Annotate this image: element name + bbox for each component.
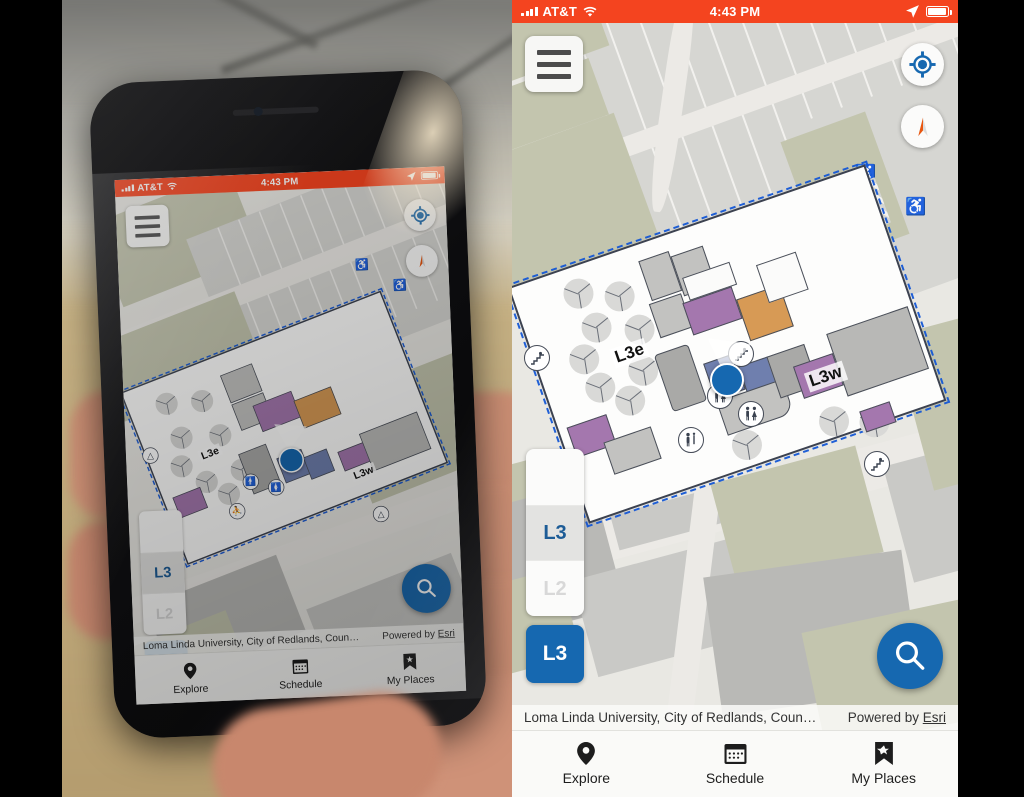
locate-me-button[interactable] — [901, 43, 944, 86]
calendar-icon — [724, 743, 747, 765]
tab-schedule[interactable]: Schedule — [244, 647, 356, 700]
accessible-parking-icon: ♿ — [905, 197, 927, 216]
tab-my-places[interactable]: My Places — [809, 731, 958, 797]
map-pin-icon — [183, 662, 197, 679]
attribution-sources: Loma Linda University, City of Redlands,… — [524, 710, 817, 725]
hamburger-bar — [537, 73, 571, 79]
bookmark-star-icon — [403, 652, 417, 670]
restroom-women-icon[interactable] — [738, 401, 764, 427]
map-pin-icon — [577, 741, 596, 765]
current-level-button[interactable]: L3 — [526, 625, 584, 683]
status-bar-right — [905, 4, 952, 19]
accessible-parking-icon: ♿ — [392, 278, 408, 293]
tab-label-explore: Explore — [173, 681, 209, 695]
level-row-blank[interactable] — [526, 449, 584, 505]
tab-label-my-places: My Places — [386, 672, 435, 686]
attribution-powered-by[interactable]: Powered by Esri — [382, 627, 455, 641]
front-camera — [253, 106, 263, 117]
tab-label-schedule: Schedule — [705, 769, 765, 786]
search-icon — [895, 641, 925, 670]
hamburger-bar — [134, 214, 160, 220]
restroom-family-icon[interactable] — [678, 427, 704, 453]
hamburger-menu-button[interactable] — [525, 36, 583, 92]
phone-device: AT&T 4:43 PM L3e L3w 🚹 🚺 ⛹ △ △ ♿ ♿ L3 L2… — [88, 68, 488, 740]
photo-of-phone-in-hand: AT&T 4:43 PM L3e L3w 🚹 🚺 ⛹ △ △ ♿ ♿ L3 L2… — [62, 0, 512, 797]
status-bar: AT&T 4:43 PM — [512, 0, 958, 23]
app-screenshot-panel: AT&T 4:43 PM ♿ L3e L3w L3 L2 L3 Loma Lin… — [512, 0, 958, 797]
tab-label-schedule: Schedule — [278, 676, 323, 691]
screenshot-stage: AT&T 4:43 PM L3e L3w 🚹 🚺 ⛹ △ △ ♿ ♿ L3 L2… — [0, 0, 1024, 797]
search-button[interactable] — [877, 623, 943, 689]
tab-label-my-places: My Places — [851, 769, 916, 786]
stairs-icon[interactable] — [864, 451, 890, 477]
app-screen: AT&T 4:43 PM ♿ L3e L3w L3 L2 L3 Loma Lin… — [512, 0, 958, 797]
level-row-l2[interactable]: L2 — [526, 561, 584, 616]
compass-needle-icon — [917, 116, 928, 136]
hamburger-menu-button[interactable] — [125, 204, 170, 248]
accessible-parking-icon: ♿ — [354, 258, 370, 272]
hamburger-bar — [135, 232, 161, 238]
compass-button[interactable] — [901, 105, 944, 148]
powered-by-label: Powered by — [847, 710, 923, 725]
clock-label: 4:43 PM — [709, 4, 761, 19]
level-row-blank[interactable] — [139, 510, 184, 553]
tab-my-places[interactable]: My Places — [354, 642, 466, 695]
earpiece-speaker — [232, 106, 319, 117]
powered-by-label: Powered by — [381, 627, 438, 642]
calendar-icon — [292, 657, 309, 674]
battery-icon — [926, 6, 952, 17]
location-arrow-icon — [905, 4, 920, 19]
stairs-icon[interactable] — [524, 345, 550, 371]
current-location-puck — [710, 363, 744, 397]
bottom-tab-bar[interactable]: Explore Schedule My Places — [512, 730, 958, 797]
tab-label-explore: Explore — [562, 769, 611, 786]
attribution-powered-by[interactable]: Powered by Esri — [848, 710, 946, 725]
level-row-l3[interactable]: L3 — [526, 505, 584, 561]
hamburger-bar — [134, 223, 161, 229]
search-icon — [417, 579, 436, 597]
attribution-bar: Loma Linda University, City of Redlands,… — [512, 705, 958, 730]
tab-explore[interactable]: Explore — [134, 652, 246, 705]
level-picker-panel[interactable]: L3 L2 L1 — [526, 449, 584, 616]
level-row-l3[interactable]: L3 — [140, 551, 186, 595]
esri-link[interactable]: Esri — [923, 710, 946, 725]
bookmark-star-icon — [874, 741, 893, 765]
level-row-l2[interactable]: L2 — [142, 593, 187, 635]
level-picker-panel[interactable]: L3 L2 L1 — [138, 509, 187, 636]
locate-crosshair-icon — [909, 51, 936, 78]
hamburger-bar — [537, 49, 571, 55]
esri-link[interactable]: Esri — [437, 627, 455, 639]
compass-needle-icon — [419, 254, 426, 267]
tab-schedule[interactable]: Schedule — [661, 731, 810, 797]
tab-explore[interactable]: Explore — [512, 731, 661, 797]
hamburger-bar — [537, 61, 571, 67]
